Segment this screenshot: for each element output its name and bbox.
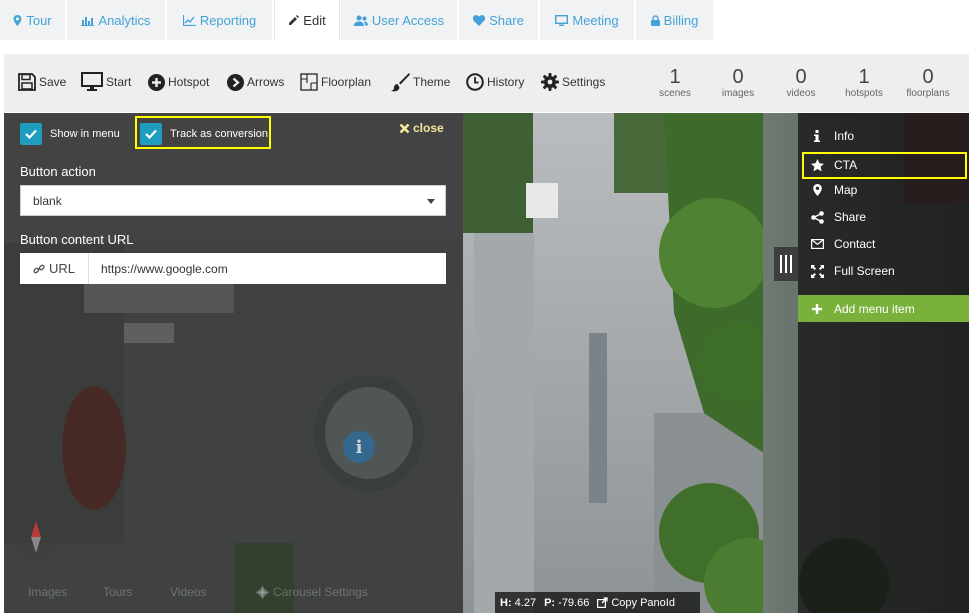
tab-label: Edit — [303, 12, 326, 28]
tab-user-access[interactable]: User Access — [341, 0, 458, 40]
check-icon — [25, 129, 37, 139]
caret-down-icon — [427, 199, 435, 204]
floppy-disk-icon — [18, 73, 36, 91]
stat-images: 0 images — [721, 66, 755, 99]
hotspot-button[interactable]: Hotspot — [148, 70, 209, 94]
url-addon: URL — [20, 253, 89, 284]
tab-meeting[interactable]: Meeting — [540, 0, 635, 40]
tour-menu-panel: Info CTA Map Share Contact Full Screen A… — [798, 113, 969, 613]
editor-toolbar: Save Start Hotspot Arrows Floorplan Them… — [4, 54, 969, 112]
stat-videos: 0 videos — [786, 66, 816, 99]
panel-resize-handle[interactable] — [774, 247, 798, 281]
tab-reporting[interactable]: Reporting — [167, 0, 273, 40]
stat-hotspots: 1 hotspots — [845, 66, 883, 99]
close-button[interactable]: close — [399, 121, 444, 135]
share-icon — [810, 210, 824, 224]
clock-icon — [466, 73, 484, 91]
heart-icon — [473, 14, 486, 26]
tab-tour[interactable]: Tour — [0, 0, 66, 40]
menu-item-cta[interactable]: CTA — [810, 154, 857, 176]
pitch-readout: P: -79.66 — [544, 596, 590, 609]
url-input-group: URL — [20, 253, 446, 284]
track-as-conversion-checkbox[interactable]: Track as conversion — [140, 121, 268, 147]
plus-icon — [812, 303, 822, 314]
compass-icon — [31, 521, 41, 553]
floorplan-button[interactable]: Floorplan — [300, 70, 371, 94]
fullscreen-icon — [810, 264, 824, 278]
tab-label: User Access — [371, 12, 445, 28]
monitor-icon — [81, 72, 103, 91]
close-icon — [399, 123, 410, 133]
stat-floorplans: 0 floorplans — [906, 66, 950, 99]
tab-label: Reporting — [199, 12, 257, 28]
cta-editor-panel: Show in menu Track as conversion close B… — [4, 113, 463, 613]
tab-label: Tour — [26, 12, 52, 28]
checkbox[interactable] — [20, 123, 42, 145]
app-window: Tour Analytics Reporting Edit User Acces… — [0, 0, 973, 613]
checkbox[interactable] — [140, 123, 162, 145]
gear-icon — [541, 73, 559, 91]
menu-item-share[interactable]: Share — [810, 206, 866, 228]
show-in-menu-checkbox[interactable]: Show in menu — [20, 121, 120, 147]
info-icon — [814, 130, 820, 142]
lock-icon — [650, 14, 660, 26]
copy-panoid-button[interactable]: Copy PanoId — [597, 597, 675, 609]
map-marker-icon — [812, 184, 822, 196]
settings-button[interactable]: Settings — [541, 70, 605, 94]
top-tab-bar: Tour Analytics Reporting Edit User Acces… — [0, 0, 973, 41]
add-menu-item-button[interactable]: Add menu item — [798, 295, 969, 322]
theme-button[interactable]: Theme — [390, 70, 450, 94]
button-action-select[interactable]: blank — [20, 185, 446, 216]
plus-circle-icon — [148, 73, 165, 91]
menu-item-map[interactable]: Map — [810, 179, 857, 201]
carousel-settings-button[interactable]: Carousel Settings — [256, 585, 368, 599]
link-icon — [33, 264, 45, 273]
menu-item-info[interactable]: Info — [810, 125, 854, 147]
star-icon — [810, 158, 824, 171]
stat-scenes: 1 scenes — [659, 66, 691, 99]
start-button[interactable]: Start — [81, 70, 131, 94]
tab-label: Meeting — [572, 12, 619, 28]
info-hotspot[interactable]: i — [343, 431, 375, 463]
tab-share[interactable]: Share — [459, 0, 539, 40]
bottom-tab-tours[interactable]: Tours — [103, 585, 132, 599]
save-button[interactable]: Save — [18, 70, 66, 94]
button-url-input[interactable] — [89, 253, 446, 284]
paint-brush-icon — [391, 73, 410, 92]
button-action-label: Button action — [20, 164, 96, 179]
bottom-tab-images[interactable]: Images — [28, 585, 67, 599]
gear-icon — [256, 585, 269, 599]
pencil-icon — [289, 14, 300, 25]
tab-label: Analytics — [98, 12, 151, 28]
heading-readout: H: 4.27 — [500, 596, 537, 609]
external-link-icon — [597, 597, 609, 608]
tab-analytics[interactable]: Analytics — [67, 0, 166, 40]
floorplan-icon — [300, 73, 318, 91]
tab-edit[interactable]: Edit — [274, 0, 340, 40]
compass[interactable] — [14, 515, 58, 559]
tab-label: Billing — [663, 12, 699, 28]
tab-billing[interactable]: Billing — [636, 0, 714, 40]
arrow-circle-icon — [227, 73, 244, 91]
envelope-icon — [810, 239, 824, 249]
users-icon — [353, 15, 368, 26]
monitor-icon — [555, 14, 569, 26]
map-marker-icon — [13, 14, 22, 26]
view-status-bar: H: 4.27 P: -79.66 Copy PanoId — [495, 592, 700, 613]
menu-item-contact[interactable]: Contact — [810, 233, 875, 255]
tab-label: Share — [489, 12, 524, 28]
bottom-tab-videos[interactable]: Videos — [170, 585, 206, 599]
check-icon — [145, 129, 157, 139]
panorama-workspace: Show in menu Track as conversion close B… — [4, 113, 969, 613]
line-chart-icon — [182, 14, 196, 26]
history-button[interactable]: History — [466, 70, 524, 94]
bar-chart-icon — [81, 16, 95, 26]
menu-item-full-screen[interactable]: Full Screen — [810, 260, 895, 282]
button-url-label: Button content URL — [20, 232, 134, 247]
arrows-button[interactable]: Arrows — [227, 70, 284, 94]
